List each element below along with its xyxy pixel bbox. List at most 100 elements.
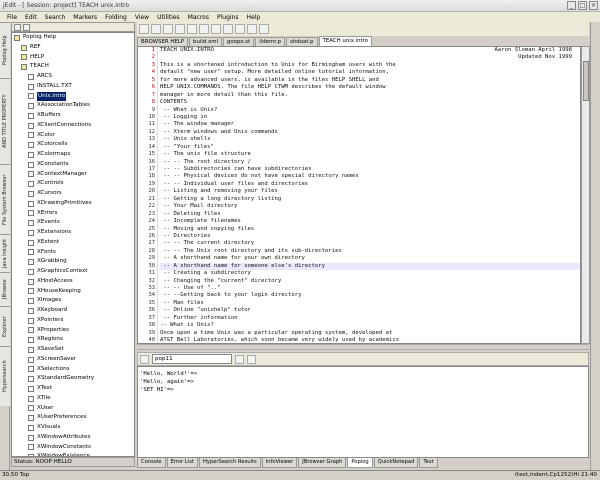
code-line[interactable]: -- Online "unixhelp" tutor bbox=[160, 307, 580, 314]
tree-node[interactable]: XBuffers bbox=[12, 111, 134, 121]
tree-node[interactable]: XContextManager bbox=[12, 170, 134, 180]
tree-node[interactable]: INSTALL.TXT bbox=[12, 82, 134, 92]
left-dock-tab[interactable]: Explorer bbox=[0, 306, 10, 346]
paste-icon[interactable] bbox=[247, 24, 257, 34]
tree-node[interactable]: XText bbox=[12, 384, 134, 394]
tree-node[interactable]: XDrawingPrimitives bbox=[12, 199, 134, 209]
buffer-tab[interactable]: ildemr.p bbox=[255, 37, 286, 46]
code-line[interactable]: -- A shorthand name for someone else's d… bbox=[160, 262, 580, 271]
code-line[interactable]: -- Deleting files bbox=[160, 211, 580, 218]
text-editor[interactable]: 1 2 3 4 5 6 7 8 9 10 11 12 13 14 15 16 17 18 19 20 21 22 23 24 2… bbox=[137, 46, 581, 344]
menu-help[interactable]: Help bbox=[242, 14, 264, 21]
tree-node[interactable]: XHouseKeeping bbox=[12, 287, 134, 297]
tree-node[interactable]: Unix.intro bbox=[12, 91, 134, 102]
code-line[interactable]: for more advanced users, is available in… bbox=[160, 77, 580, 84]
menu-edit[interactable]: Edit bbox=[21, 14, 41, 21]
refresh-icon[interactable] bbox=[23, 23, 30, 31]
code-line[interactable]: -- -- The root directory / bbox=[160, 159, 580, 166]
code-line[interactable]: Once upon a time Unix was a particular o… bbox=[160, 330, 580, 337]
code-line[interactable]: -- --Getting back to your login director… bbox=[160, 292, 580, 299]
tree-node[interactable]: Poplog Help bbox=[12, 33, 134, 43]
code-line[interactable]: -- A shorthand name for your own directo… bbox=[160, 255, 580, 262]
scroll-thumb[interactable] bbox=[583, 61, 589, 101]
code-line[interactable]: -- -- Use of ".." bbox=[160, 285, 580, 292]
code-line[interactable]: -- Further information bbox=[160, 315, 580, 322]
tree-node[interactable]: XUser bbox=[12, 404, 134, 414]
print-icon[interactable] bbox=[187, 24, 197, 34]
console-output[interactable]: 'Hello, World!'=> 'Hello, again'=> 'SET HI… bbox=[137, 366, 589, 458]
tree-node[interactable]: XWindowAttributes bbox=[12, 433, 134, 443]
code-line[interactable]: default "new user" setup. More detailed … bbox=[160, 69, 580, 76]
tree-node[interactable]: XVisuals bbox=[12, 423, 134, 433]
code-line[interactable]: -- What is Unix? bbox=[160, 107, 580, 114]
menu-macros[interactable]: Macros bbox=[184, 14, 213, 21]
tree-node[interactable]: XHostAccess bbox=[12, 277, 134, 287]
left-dock-tab[interactable]: Poplog Help bbox=[0, 22, 10, 78]
dock-tab[interactable]: QuickNotepad bbox=[373, 458, 419, 468]
code-line[interactable]: AT&T Bell Laboratories, which soon becam… bbox=[160, 337, 580, 343]
left-dock-tab[interactable]: JBrowse bbox=[0, 272, 10, 306]
code-line[interactable]: -- Listing and removing your files bbox=[160, 188, 580, 195]
undo-icon[interactable] bbox=[199, 24, 209, 34]
maximize-icon[interactable]: □ bbox=[578, 1, 587, 10]
code-line[interactable]: -- -- The Unix root directory and its su… bbox=[160, 248, 580, 255]
text-area[interactable]: TEACH UNIX.INTRO Aaron Sloman April 1998 U… bbox=[160, 47, 580, 343]
cut-icon[interactable] bbox=[223, 24, 233, 34]
run-icon[interactable] bbox=[140, 354, 149, 364]
close-file-icon[interactable] bbox=[175, 24, 185, 34]
buffer-tab[interactable]: goopo.st bbox=[222, 37, 255, 46]
left-dock-tab[interactable]: File System Browser bbox=[0, 164, 10, 234]
dock-tab[interactable]: HyperSearch Results bbox=[198, 458, 261, 468]
code-line[interactable]: -- Directories bbox=[160, 233, 580, 240]
new-file-icon[interactable] bbox=[139, 24, 149, 34]
tree-node[interactable]: XCursors bbox=[12, 189, 134, 199]
save-icon[interactable] bbox=[163, 24, 173, 34]
buffer-tab[interactable]: TEACH unix.intro bbox=[318, 36, 373, 46]
tree-node[interactable]: XUserPreferences bbox=[12, 413, 134, 423]
left-dock-tab[interactable]: AND TITLE PROPERTY bbox=[0, 78, 10, 164]
tree-node[interactable]: XPointers bbox=[12, 316, 134, 326]
tree-node[interactable]: XClientConnections bbox=[12, 121, 134, 131]
tree-node[interactable]: XExtensions bbox=[12, 228, 134, 238]
menu-plugins[interactable]: Plugins bbox=[213, 14, 243, 21]
tree-node[interactable]: XExtent bbox=[12, 238, 134, 248]
code-line[interactable]: -- What is Unix? bbox=[160, 322, 580, 329]
tree-node[interactable]: XScreenSaver bbox=[12, 355, 134, 365]
tree-node[interactable]: HELP bbox=[12, 53, 134, 63]
code-line[interactable]: This is a shortened introduction to Unix… bbox=[160, 62, 580, 69]
code-line[interactable]: -- Your Mail directory bbox=[160, 203, 580, 210]
code-line[interactable]: -- The unix file structure bbox=[160, 151, 580, 158]
code-line[interactable]: manager in more detail than this file. bbox=[160, 92, 580, 99]
tree-node[interactable]: XColormaps bbox=[12, 150, 134, 160]
tree-node[interactable]: XRegions bbox=[12, 335, 134, 345]
menu-file[interactable]: File bbox=[3, 14, 21, 21]
tree-node[interactable]: XSaveSet bbox=[12, 345, 134, 355]
copy-icon[interactable] bbox=[235, 24, 245, 34]
code-line[interactable]: -- Logging in bbox=[160, 114, 580, 121]
search-icon[interactable] bbox=[259, 24, 269, 34]
code-line[interactable]: HELP UNIX.COMMANDS. The file HELP CTWM d… bbox=[160, 84, 580, 91]
open-icon[interactable] bbox=[151, 24, 161, 34]
buffer-tab[interactable]: BROWSER HELP bbox=[137, 37, 189, 46]
buffer-tab[interactable]: build.xml bbox=[189, 37, 222, 46]
tree-node[interactable]: XWindowConstants bbox=[12, 443, 134, 453]
code-line[interactable]: -- -- The current directory bbox=[160, 240, 580, 247]
code-line[interactable]: -- Man files bbox=[160, 300, 580, 307]
code-line[interactable]: -- -- Physical devices do not have speci… bbox=[160, 173, 580, 180]
tree-node[interactable]: XEvents bbox=[12, 218, 134, 228]
code-line[interactable]: -- Getting a long directory listing bbox=[160, 196, 580, 203]
code-line[interactable]: -- -- Individual user files and director… bbox=[160, 181, 580, 188]
code-line[interactable]: -- Unix shells bbox=[160, 136, 580, 143]
code-line[interactable]: -- Incomplete filenames bbox=[160, 218, 580, 225]
tree-node[interactable]: XProperties bbox=[12, 326, 134, 336]
tree-node[interactable]: REF bbox=[12, 43, 134, 53]
close-icon[interactable]: × bbox=[589, 1, 598, 10]
redo-icon[interactable] bbox=[211, 24, 221, 34]
tree-node[interactable]: XColorcells bbox=[12, 140, 134, 150]
tree-node[interactable]: XControls bbox=[12, 179, 134, 189]
tree-node[interactable]: XKeyboard bbox=[12, 306, 134, 316]
editor-scrollbar[interactable] bbox=[581, 46, 590, 344]
stop-icon[interactable] bbox=[247, 354, 256, 364]
collapse-icon[interactable] bbox=[14, 23, 21, 31]
code-line[interactable]: -- Xterm windows and Unix commands bbox=[160, 129, 580, 136]
